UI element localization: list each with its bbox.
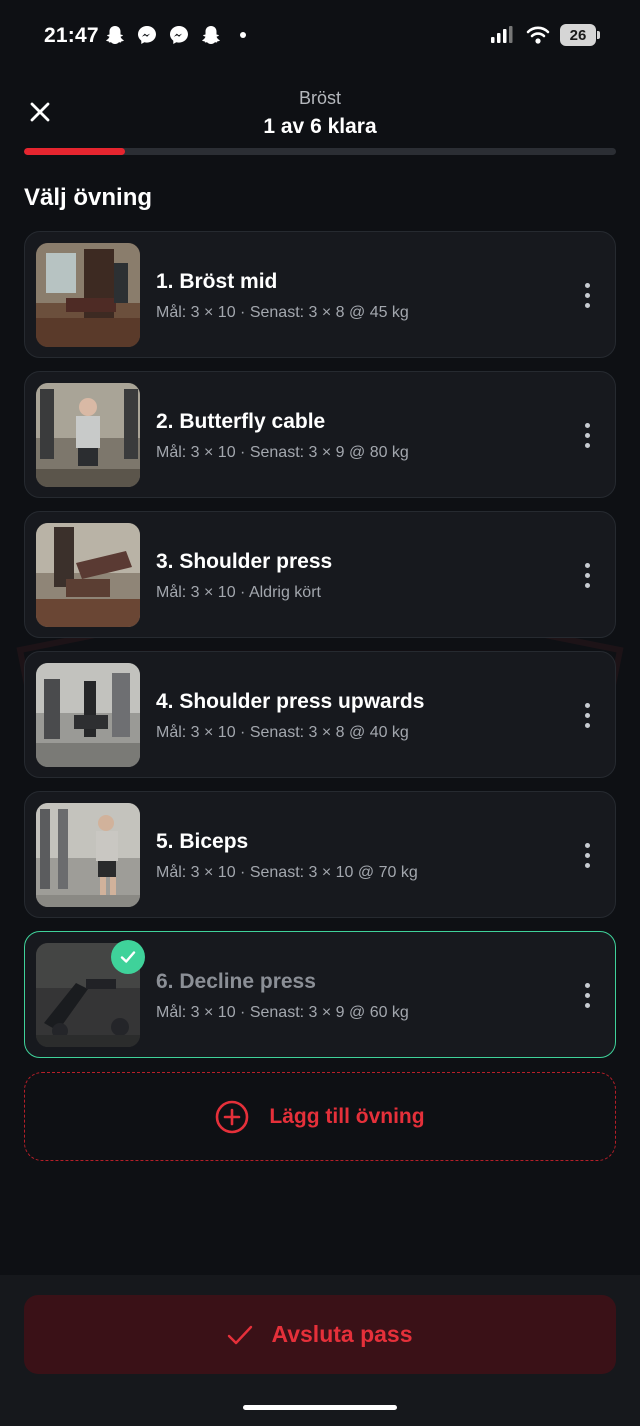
exercise-meta: Mål: 3 × 10 · Senast: 3 × 9 @ 80 kg bbox=[156, 444, 409, 461]
exercise-meta: Mål: 3 × 10 · Aldrig kört bbox=[156, 584, 321, 601]
signal-icon bbox=[491, 26, 513, 43]
checkmark-icon bbox=[120, 951, 136, 963]
app-screen: 21:47 26 Bröst 1 av 6 klara Välj övning … bbox=[0, 0, 640, 1426]
exercise-card[interactable]: 1. Bröst mid Mål: 3 × 10 · Senast: 3 × 8… bbox=[24, 231, 616, 358]
battery-icon: 26 bbox=[560, 24, 600, 46]
exercise-meta: Mål: 3 × 10 · Senast: 3 × 8 @ 40 kg bbox=[156, 724, 409, 741]
exercise-name: 6. Decline press bbox=[156, 970, 316, 993]
more-options-button[interactable] bbox=[575, 700, 599, 730]
exercise-thumbnail bbox=[36, 243, 140, 347]
section-title: Välj övning bbox=[24, 184, 153, 211]
exercise-thumbnail bbox=[36, 803, 140, 907]
exercise-list: 1. Bröst mid Mål: 3 × 10 · Senast: 3 × 8… bbox=[24, 231, 616, 1071]
exercise-name: 3. Shoulder press bbox=[156, 550, 333, 573]
more-options-button[interactable] bbox=[575, 420, 599, 450]
add-exercise-label: Lägg till övning bbox=[269, 1104, 425, 1128]
dot-icon bbox=[240, 32, 246, 38]
exercise-meta: Mål: 3 × 10 · Senast: 3 × 9 @ 60 kg bbox=[156, 1004, 409, 1021]
exercise-card[interactable]: 3. Shoulder press Mål: 3 × 10 · Aldrig k… bbox=[24, 511, 616, 638]
progress-title: 1 av 6 klara bbox=[263, 115, 377, 138]
exercise-card[interactable]: 2. Butterfly cable Mål: 3 × 10 · Senast:… bbox=[24, 371, 616, 498]
exercise-card[interactable]: 5. Biceps Mål: 3 × 10 · Senast: 3 × 10 @… bbox=[24, 791, 616, 918]
exercise-name: 5. Biceps bbox=[156, 830, 249, 853]
more-options-button[interactable] bbox=[575, 840, 599, 870]
exercise-thumbnail bbox=[36, 383, 140, 487]
snapchat-icon bbox=[106, 26, 124, 44]
more-options-button[interactable] bbox=[575, 280, 599, 310]
add-exercise-button[interactable]: Lägg till övning bbox=[24, 1072, 616, 1161]
checkmark-icon bbox=[228, 1325, 253, 1344]
notification-icons bbox=[104, 24, 254, 46]
exercise-name: 2. Butterfly cable bbox=[156, 410, 326, 433]
status-bar: 21:47 26 bbox=[0, 0, 640, 76]
exercise-thumbnail bbox=[36, 663, 140, 767]
exercise-name: 4. Shoulder press upwards bbox=[156, 690, 425, 713]
plus-circle-icon bbox=[216, 1100, 249, 1133]
exercise-card-completed[interactable]: 6. Decline press Mål: 3 × 10 · Senast: 3… bbox=[24, 931, 616, 1058]
system-status: 26 bbox=[490, 24, 600, 46]
finish-workout-label: Avsluta pass bbox=[271, 1321, 413, 1347]
progress-bar-fill bbox=[24, 148, 125, 155]
messenger-icon bbox=[170, 26, 188, 44]
more-options-button[interactable] bbox=[575, 560, 599, 590]
exercise-meta: Mål: 3 × 10 · Senast: 3 × 8 @ 45 kg bbox=[156, 304, 409, 321]
exercise-card[interactable]: 4. Shoulder press upwards Mål: 3 × 10 · … bbox=[24, 651, 616, 778]
exercise-thumbnail bbox=[36, 523, 140, 627]
status-time: 21:47 bbox=[44, 24, 99, 47]
wifi-icon bbox=[526, 26, 550, 44]
exercise-meta: Mål: 3 × 10 · Senast: 3 × 10 @ 70 kg bbox=[156, 864, 418, 881]
snapchat-icon bbox=[202, 26, 220, 44]
exercise-name: 1. Bröst mid bbox=[156, 270, 278, 293]
messenger-icon bbox=[138, 26, 156, 44]
progress-bar bbox=[24, 148, 616, 155]
finish-workout-button[interactable]: Avsluta pass bbox=[24, 1295, 616, 1374]
workout-name: Bröst bbox=[298, 88, 341, 108]
more-options-button[interactable] bbox=[575, 980, 599, 1010]
home-indicator[interactable] bbox=[243, 1405, 397, 1410]
completed-badge bbox=[111, 940, 145, 974]
